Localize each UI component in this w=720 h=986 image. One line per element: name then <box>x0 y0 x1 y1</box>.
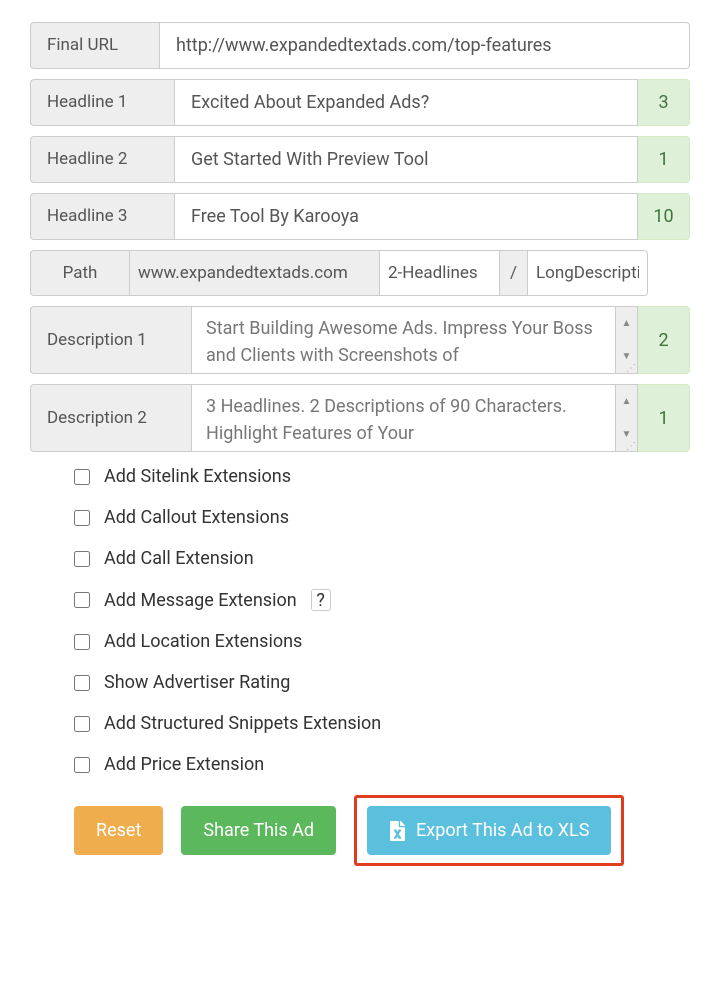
extension-label: Show Advertiser Rating <box>104 672 290 693</box>
extension-checkbox[interactable] <box>74 551 90 567</box>
path-separator: / <box>500 250 528 296</box>
path2-input[interactable] <box>528 250 648 296</box>
extension-checkbox[interactable] <box>74 675 90 691</box>
spinner-up-icon[interactable]: ▲ <box>616 385 637 418</box>
headline1-input[interactable] <box>175 79 638 126</box>
headline3-count: 10 <box>638 193 690 240</box>
headline2-label: Headline 2 <box>30 136 175 183</box>
headline3-label: Headline 3 <box>30 193 175 240</box>
extension-label: Add Sitelink Extensions <box>104 466 291 487</box>
extension-label: Add Structured Snippets Extension <box>104 713 381 734</box>
desc2-spinner[interactable]: ▲ ▼ ⋰ <box>616 384 638 452</box>
desc1-spinner[interactable]: ▲ ▼ ⋰ <box>616 306 638 374</box>
extension-checkbox[interactable] <box>74 592 90 608</box>
headline1-count: 3 <box>638 79 690 126</box>
extension-checkbox[interactable] <box>74 757 90 773</box>
share-button[interactable]: Share This Ad <box>181 806 336 855</box>
desc2-row: Description 2 ▲ ▼ ⋰ 1 <box>30 384 690 452</box>
headline1-row: Headline 1 3 <box>30 79 690 126</box>
spinner-down-icon[interactable]: ▼ <box>616 418 637 451</box>
desc1-row: Description 1 ▲ ▼ ⋰ 2 <box>30 306 690 374</box>
export-button[interactable]: Export This Ad to XLS <box>367 806 611 855</box>
extension-item: Add Message Extension? <box>74 589 690 611</box>
spinner-down-icon[interactable]: ▼ <box>616 340 637 373</box>
extension-item: Add Location Extensions <box>74 631 690 652</box>
final-url-input[interactable] <box>160 22 690 69</box>
headline2-input[interactable] <box>175 136 638 183</box>
export-highlight: Export This Ad to XLS <box>354 795 624 866</box>
file-excel-icon <box>389 821 406 841</box>
extension-checkbox[interactable] <box>74 510 90 526</box>
extension-checkbox[interactable] <box>74 716 90 732</box>
extension-label: Add Message Extension <box>104 590 297 611</box>
headline2-row: Headline 2 1 <box>30 136 690 183</box>
button-row: Reset Share This Ad Export This Ad to XL… <box>74 795 690 866</box>
extension-item: Add Sitelink Extensions <box>74 466 690 487</box>
reset-button[interactable]: Reset <box>74 806 163 855</box>
headline1-label: Headline 1 <box>30 79 175 126</box>
final-url-row: Final URL <box>30 22 690 69</box>
help-icon[interactable]: ? <box>311 589 331 611</box>
extension-checkbox[interactable] <box>74 469 90 485</box>
extension-item: Add Call Extension <box>74 548 690 569</box>
extension-label: Add Location Extensions <box>104 631 302 652</box>
desc1-textarea[interactable] <box>192 306 616 374</box>
headline3-row: Headline 3 10 <box>30 193 690 240</box>
desc2-count: 1 <box>638 384 690 452</box>
extension-label: Add Callout Extensions <box>104 507 289 528</box>
desc2-label: Description 2 <box>30 384 192 452</box>
final-url-label: Final URL <box>30 22 160 69</box>
desc1-count: 2 <box>638 306 690 374</box>
extension-item: Add Price Extension <box>74 754 690 775</box>
export-button-label: Export This Ad to XLS <box>416 820 589 841</box>
desc2-textarea[interactable] <box>192 384 616 452</box>
path1-input[interactable] <box>380 250 500 296</box>
path-row: Path www.expandedtextads.com / <box>30 250 690 296</box>
headline2-count: 1 <box>638 136 690 183</box>
extension-item: Show Advertiser Rating <box>74 672 690 693</box>
path-label: Path <box>30 250 130 296</box>
extension-item: Add Callout Extensions <box>74 507 690 528</box>
spinner-up-icon[interactable]: ▲ <box>616 307 637 340</box>
headline3-input[interactable] <box>175 193 638 240</box>
extension-label: Add Call Extension <box>104 548 254 569</box>
extension-label: Add Price Extension <box>104 754 264 775</box>
extension-item: Add Structured Snippets Extension <box>74 713 690 734</box>
extensions-list: Add Sitelink Extensions Add Callout Exten… <box>74 466 690 775</box>
extension-checkbox[interactable] <box>74 634 90 650</box>
path-domain: www.expandedtextads.com <box>130 250 380 296</box>
desc1-label: Description 1 <box>30 306 192 374</box>
